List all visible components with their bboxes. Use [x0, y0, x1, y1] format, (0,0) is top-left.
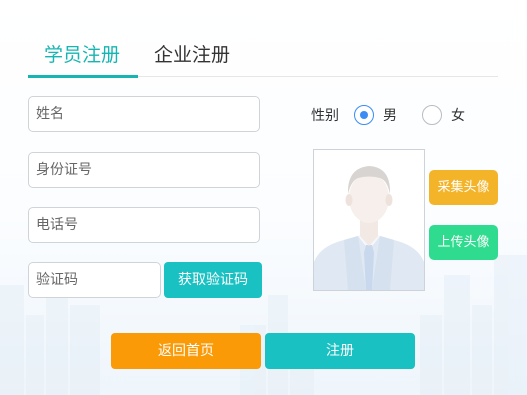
active-tab-indicator	[28, 75, 138, 78]
registration-tabs: 学员注册 企业注册	[28, 38, 498, 78]
tab-company-registration[interactable]: 企业注册	[154, 42, 230, 68]
gender-female-radio[interactable]	[422, 105, 442, 125]
id-number-input[interactable]	[28, 152, 260, 188]
avatar-placeholder-icon	[314, 166, 424, 290]
registration-card: 学员注册 企业注册 获取验证码 性别 男 女	[0, 0, 527, 395]
get-verification-code-button[interactable]: 获取验证码	[164, 262, 262, 298]
name-input[interactable]	[28, 96, 260, 132]
capture-avatar-button[interactable]: 采集头像	[429, 170, 498, 205]
gender-label: 性别	[311, 108, 339, 124]
upload-avatar-button[interactable]: 上传头像	[429, 225, 498, 260]
avatar-photo-frame	[313, 149, 425, 291]
tab-student-registration[interactable]: 学员注册	[44, 42, 120, 68]
verification-code-input[interactable]	[28, 262, 161, 298]
phone-input[interactable]	[28, 207, 260, 243]
gender-male-radio[interactable]	[354, 105, 374, 125]
gender-male-label[interactable]: 男	[383, 104, 397, 128]
back-to-home-button[interactable]: 返回首页	[111, 333, 261, 369]
gender-female-label[interactable]: 女	[451, 104, 465, 128]
register-button[interactable]: 注册	[265, 333, 415, 369]
